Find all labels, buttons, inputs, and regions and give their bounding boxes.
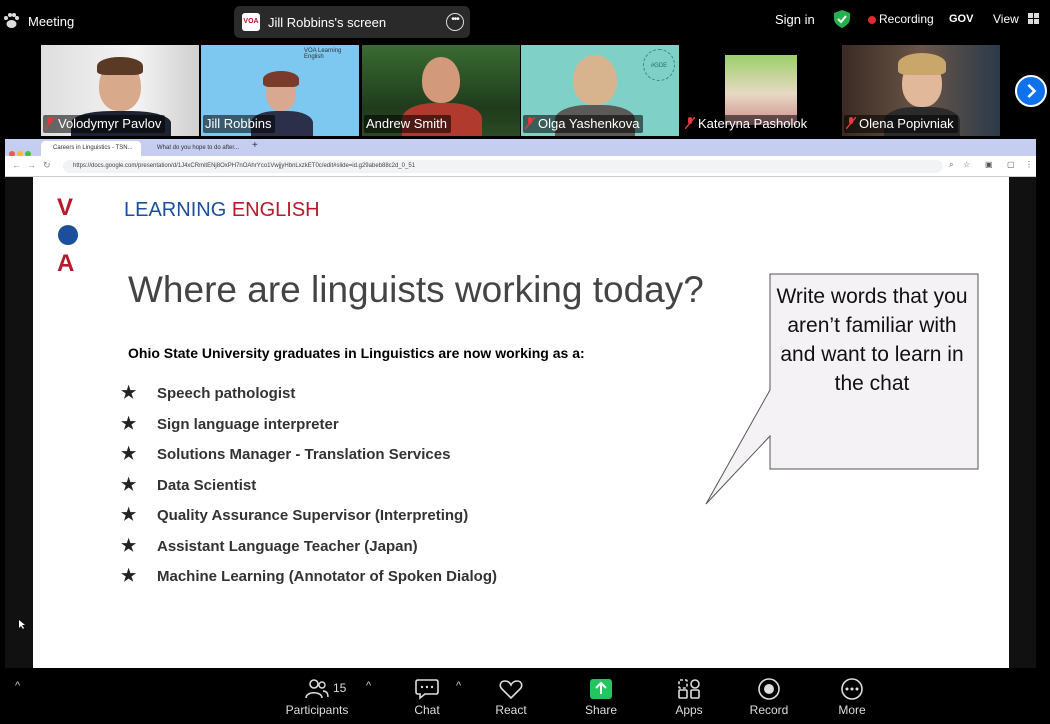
mic-muted-icon bbox=[525, 117, 535, 129]
apps-icon bbox=[678, 679, 700, 699]
mic-muted-icon bbox=[685, 117, 695, 129]
screen-share-indicator[interactable]: VOA Jill Robbins's screen ••• bbox=[234, 6, 470, 38]
more-button[interactable]: More bbox=[830, 678, 874, 717]
gov-badge: GOV bbox=[949, 13, 974, 25]
record-button[interactable]: Record bbox=[746, 678, 792, 717]
participant-tile[interactable]: Kateryna Pasholok bbox=[681, 45, 839, 136]
chevron-right-icon bbox=[1027, 83, 1037, 99]
zoom-icon[interactable]: ⌕ bbox=[949, 160, 953, 170]
apps-button[interactable]: Apps bbox=[668, 678, 710, 717]
star-icon: ★ bbox=[121, 383, 137, 402]
participant-name: Kateryna Pasholok bbox=[683, 115, 812, 133]
star-icon: ★ bbox=[121, 413, 137, 433]
browser-menu-icon[interactable]: ⋮ bbox=[1025, 160, 1033, 169]
participant-name: Olga Yashenkova bbox=[523, 115, 644, 133]
profile-icon[interactable]: ▢ bbox=[1007, 160, 1015, 169]
next-participants-button[interactable] bbox=[1015, 75, 1047, 107]
back-icon[interactable]: ← bbox=[12, 160, 21, 170]
react-button[interactable]: React bbox=[490, 678, 532, 717]
meeting-title: Meeting bbox=[28, 14, 75, 29]
meeting-top-bar: Meeting VOA Jill Robbins's screen ••• Si… bbox=[0, 0, 1050, 44]
participant-tile[interactable]: Volodymyr Pavlov bbox=[41, 45, 199, 136]
grid-view-icon[interactable] bbox=[1028, 13, 1039, 24]
paw-icon bbox=[4, 13, 19, 28]
chat-button[interactable]: Chat bbox=[406, 678, 448, 717]
more-icon bbox=[841, 678, 863, 700]
participant-name: Volodymyr Pavlov bbox=[43, 115, 166, 133]
share-screen-icon bbox=[590, 679, 612, 699]
mouse-cursor-icon bbox=[19, 620, 25, 629]
meeting-toolbar: ^ Participants 15 ^ Chat ^ React Share A… bbox=[0, 670, 1050, 724]
slide-subtitle: Ohio State University graduates in Lingu… bbox=[128, 345, 585, 361]
chevron-up-icon[interactable]: ^ bbox=[456, 680, 461, 692]
shared-screen: Careers in Linguistics - TSN... What do … bbox=[5, 139, 1036, 668]
voa-avatar-icon: VOA bbox=[242, 13, 260, 31]
list-item: ★ Machine Learning (Annotator of Spoken D… bbox=[121, 566, 498, 585]
participant-name: Olena Popivniak bbox=[844, 115, 958, 133]
shield-check-icon[interactable] bbox=[834, 10, 850, 28]
recording-label[interactable]: Recording bbox=[879, 12, 934, 26]
mic-muted-icon bbox=[45, 117, 55, 129]
participant-strip: Volodymyr Pavlov VOA Learning English Ji… bbox=[0, 45, 1050, 137]
record-icon bbox=[758, 678, 780, 700]
new-tab-icon[interactable]: + bbox=[252, 140, 258, 151]
forward-icon[interactable]: → bbox=[27, 160, 36, 170]
participant-tile[interactable]: #GDE Olga Yashenkova bbox=[521, 45, 679, 136]
star-icon: ★ bbox=[121, 566, 137, 585]
list-item: ★ Data Scientist bbox=[121, 474, 257, 494]
participant-tile[interactable]: Olena Popivniak bbox=[842, 45, 1000, 136]
browser-tab[interactable]: What do you hope to do after... bbox=[145, 141, 245, 156]
browser-tab-bar: Careers in Linguistics - TSN... What do … bbox=[5, 139, 1036, 157]
browser-url-bar: ← → ↻ https://docs.google.com/presentati… bbox=[5, 156, 1036, 177]
share-button[interactable]: Share bbox=[580, 678, 622, 717]
sign-in-link[interactable]: Sign in bbox=[775, 12, 815, 27]
recording-dot-icon bbox=[868, 16, 876, 24]
participant-name: Andrew Smith bbox=[364, 115, 451, 133]
mic-muted-icon bbox=[846, 117, 856, 129]
presentation-slide: VA LEARNING ENGLISH Where are linguists … bbox=[33, 177, 1009, 668]
more-options-icon[interactable]: ••• bbox=[446, 13, 464, 31]
list-item: ★ Solutions Manager - Translation Service… bbox=[121, 444, 451, 463]
bookmark-star-icon[interactable]: ☆ bbox=[963, 160, 970, 169]
list-item: ★ Quality Assurance Supervisor (Interpret… bbox=[121, 505, 469, 524]
star-icon: ★ bbox=[121, 535, 137, 555]
screen-share-label: Jill Robbins's screen bbox=[268, 15, 387, 30]
star-icon: ★ bbox=[121, 474, 137, 494]
participant-tile-active[interactable]: VOA Learning English Jill Robbins bbox=[201, 45, 359, 136]
participant-count: 15 bbox=[333, 681, 347, 695]
event-logo: #GDE bbox=[643, 49, 675, 81]
chat-icon bbox=[415, 679, 439, 700]
voa-watermark: VOA Learning English bbox=[304, 48, 342, 60]
list-item: ★ Assistant Language Teacher (Japan) bbox=[121, 535, 418, 555]
participant-name: Jill Robbins bbox=[203, 115, 276, 133]
job-list: ★ Speech pathologist ★ Sign language inter… bbox=[121, 383, 497, 597]
participants-icon bbox=[305, 679, 329, 699]
url-field[interactable]: https://docs.google.com/presentation/d/1… bbox=[63, 160, 943, 173]
browser-tab-active[interactable]: Careers in Linguistics - TSN... bbox=[41, 141, 141, 156]
callout-text: Write words that you aren’t familiar wit… bbox=[776, 285, 968, 395]
star-icon: ★ bbox=[121, 444, 137, 463]
extension-icon[interactable]: ▣ bbox=[985, 160, 993, 169]
participant-tile[interactable]: Andrew Smith bbox=[362, 45, 520, 136]
heart-icon bbox=[499, 680, 523, 700]
star-icon: ★ bbox=[121, 505, 137, 524]
list-item: ★ Sign language interpreter bbox=[121, 413, 339, 433]
list-item: ★ Speech pathologist bbox=[121, 383, 296, 402]
chevron-up-icon[interactable]: ^ bbox=[15, 680, 20, 692]
reload-icon[interactable]: ↻ bbox=[43, 160, 51, 171]
view-button[interactable]: View bbox=[993, 12, 1019, 26]
slide-title: Where are linguists working today? bbox=[128, 269, 704, 310]
chevron-up-icon[interactable]: ^ bbox=[366, 680, 371, 692]
